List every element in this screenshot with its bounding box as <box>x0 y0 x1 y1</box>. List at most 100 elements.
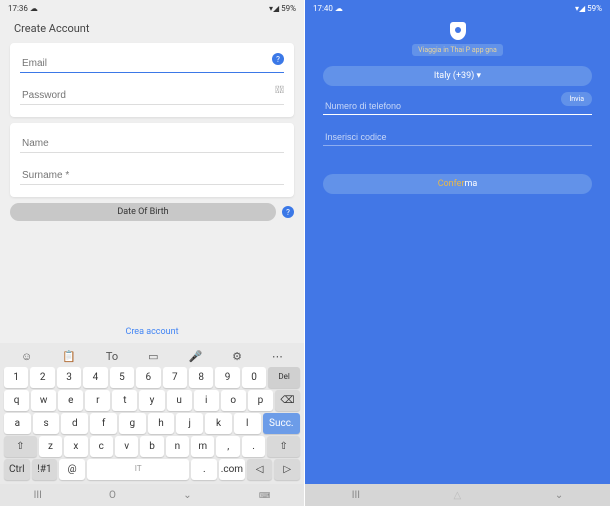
key-j[interactable]: j <box>176 413 203 434</box>
key-w[interactable]: w <box>31 390 56 411</box>
key-0[interactable]: 0 <box>242 367 266 388</box>
key-1[interactable]: !#1 <box>32 459 58 480</box>
email-input[interactable] <box>20 55 284 73</box>
key-e[interactable]: e <box>58 390 83 411</box>
gif-icon[interactable]: ▭ <box>148 350 158 363</box>
key-i[interactable]: i <box>194 390 219 411</box>
key-[interactable]: ⇧ <box>4 436 37 457</box>
keyboard: ☺ 📋 To ▭ 🎤 ⚙ ⋯ 1234567890Del qwertyuiop⌫… <box>0 343 304 484</box>
code-field-row <box>323 125 592 146</box>
wifi-icon: ▾◢ <box>269 4 279 13</box>
key-z[interactable]: z <box>39 436 62 457</box>
status-bar: 17:40 ☁ ▾◢ 59% <box>305 0 610 16</box>
status-bar: 17:36 ☁ ▾◢ 59% <box>0 0 304 16</box>
country-selector[interactable]: Italy (+39) ▾ <box>323 66 592 86</box>
recents-button[interactable]: III <box>34 490 42 501</box>
gear-icon[interactable]: ⚙ <box>232 350 242 363</box>
key-6[interactable]: 6 <box>136 367 160 388</box>
key-4[interactable]: 4 <box>83 367 107 388</box>
key-8[interactable]: 8 <box>189 367 213 388</box>
key-3[interactable]: 3 <box>57 367 81 388</box>
key-[interactable]: . <box>191 459 217 480</box>
key-v[interactable]: v <box>115 436 138 457</box>
key-s[interactable]: s <box>33 413 60 434</box>
key-a[interactable]: a <box>4 413 31 434</box>
sticker-icon[interactable]: ☺ <box>21 350 32 363</box>
key-l[interactable]: l <box>234 413 261 434</box>
key-f[interactable]: f <box>90 413 117 434</box>
key-d[interactable]: d <box>61 413 88 434</box>
nav-bar: III △ ⌄ <box>305 484 610 506</box>
key-1[interactable]: 1 <box>4 367 28 388</box>
phone-input[interactable] <box>323 98 592 115</box>
key-r[interactable]: r <box>85 390 110 411</box>
key-9[interactable]: 9 <box>215 367 239 388</box>
name-input[interactable] <box>20 135 284 153</box>
email-field-row: ? <box>20 51 284 73</box>
key-succ[interactable]: Succ. <box>263 413 300 434</box>
battery-text: 59% <box>281 4 296 13</box>
key-t[interactable]: t <box>112 390 137 411</box>
key-ctrl[interactable]: Ctrl <box>4 459 30 480</box>
keyboard-hide-icon[interactable]: ⌨ <box>259 491 271 500</box>
key-2[interactable]: 2 <box>30 367 54 388</box>
help-icon[interactable]: ? <box>282 206 294 218</box>
help-icon[interactable]: ? <box>272 53 284 65</box>
surname-field-row <box>20 163 284 185</box>
key-k[interactable]: k <box>205 413 232 434</box>
key-y[interactable]: y <box>139 390 164 411</box>
dob-row: Date Of Birth ? <box>10 203 294 221</box>
create-account-link[interactable]: Crea account <box>0 327 304 337</box>
recents-button[interactable]: III <box>352 490 360 501</box>
key-[interactable]: ⌫ <box>275 390 300 411</box>
key-it[interactable]: IT <box>87 459 190 480</box>
name-card <box>10 123 294 197</box>
credentials-card: ? 👁̸ <box>10 43 294 117</box>
key-c[interactable]: c <box>90 436 113 457</box>
key-q[interactable]: q <box>4 390 29 411</box>
key-m[interactable]: m <box>191 436 214 457</box>
key-[interactable]: @ <box>59 459 85 480</box>
chevron-down-icon: ▾ <box>477 71 482 81</box>
password-input[interactable] <box>20 87 284 105</box>
send-button[interactable]: Invia <box>561 92 592 106</box>
key-p[interactable]: p <box>248 390 273 411</box>
key-[interactable]: ▷ <box>274 459 300 480</box>
back-button[interactable]: ⌄ <box>183 490 191 501</box>
clipboard-icon[interactable]: 📋 <box>62 350 76 363</box>
password-field-row: 👁̸ <box>20 83 284 105</box>
status-time: 17:36 <box>8 4 28 13</box>
page-title: Create Account <box>0 16 304 39</box>
key-5[interactable]: 5 <box>110 367 134 388</box>
key-[interactable]: . <box>242 436 265 457</box>
key-[interactable]: , <box>216 436 239 457</box>
mic-icon[interactable]: 🎤 <box>188 350 202 363</box>
back-button[interactable]: ⌄ <box>555 490 563 501</box>
key-[interactable]: ⇧ <box>267 436 300 457</box>
dob-button[interactable]: Date Of Birth <box>10 203 276 221</box>
notification-icon: ☁ <box>335 4 343 13</box>
key-com[interactable]: .com <box>219 459 245 480</box>
key-del[interactable]: Del <box>268 367 300 388</box>
status-time: 17:40 <box>313 4 333 13</box>
key-u[interactable]: u <box>167 390 192 411</box>
key-o[interactable]: o <box>221 390 246 411</box>
screen-create-account: 17:36 ☁ ▾◢ 59% Create Account ? 👁̸ <box>0 0 305 506</box>
key-7[interactable]: 7 <box>163 367 187 388</box>
home-button[interactable]: △ <box>454 490 462 501</box>
home-button[interactable]: O <box>109 490 116 501</box>
notification-icon: ☁ <box>30 4 38 13</box>
key-b[interactable]: b <box>140 436 163 457</box>
visibility-off-icon[interactable]: 👁̸ <box>275 85 284 96</box>
key-[interactable]: ◁ <box>247 459 273 480</box>
surname-input[interactable] <box>20 167 284 185</box>
more-icon[interactable]: ⋯ <box>272 350 283 363</box>
code-input[interactable] <box>323 129 592 146</box>
name-field-row <box>20 131 284 153</box>
confirm-button[interactable]: Conferma <box>323 174 592 194</box>
key-n[interactable]: n <box>166 436 189 457</box>
key-h[interactable]: h <box>148 413 175 434</box>
battery-text: 59% <box>587 4 602 13</box>
key-x[interactable]: x <box>64 436 87 457</box>
key-g[interactable]: g <box>119 413 146 434</box>
